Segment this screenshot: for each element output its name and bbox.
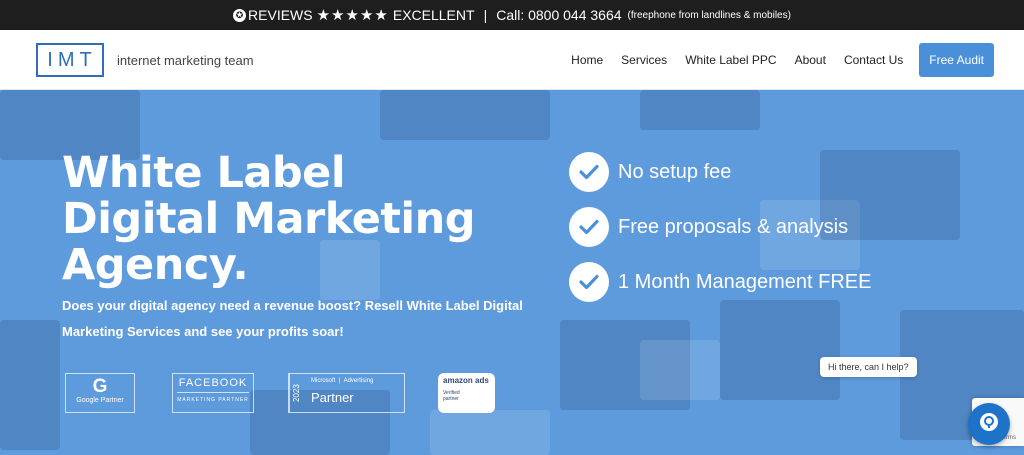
- hero-subline: Does your digital agency need a revenue …: [62, 298, 523, 339]
- chat-icon: [978, 411, 1000, 438]
- benefit-text: No setup fee: [618, 160, 732, 183]
- microsoft-badge-year: 2023: [289, 374, 303, 412]
- chat-greeting-bubble[interactable]: Hi there, can I help?: [820, 357, 917, 377]
- site-header: IMT internet marketing team Home Service…: [0, 30, 1024, 90]
- top-bar: ✪ REVIEWS ★★★★★ EXCELLENT | Call: 0800 0…: [0, 0, 1024, 30]
- headline-line-1: White Label: [62, 148, 346, 198]
- nav-white-label-ppc[interactable]: White Label PPC: [685, 53, 776, 67]
- logo-tagline: internet marketing team: [117, 53, 254, 68]
- logo[interactable]: IMT: [36, 43, 104, 77]
- headline-line-3: Agency.: [62, 240, 249, 290]
- google-partner-label: Google Partner: [76, 397, 124, 404]
- phone-link[interactable]: Call: 0800 044 3664: [496, 7, 621, 23]
- nav-services[interactable]: Services: [621, 53, 667, 67]
- benefit-text: 1 Month Management FREE: [618, 270, 872, 293]
- facebook-badge-sub: MARKETING PARTNER: [177, 397, 249, 403]
- benefit-item: No setup fee: [569, 152, 871, 192]
- microsoft-badge-label: Partner: [311, 390, 354, 405]
- headline-line-2: Digital Marketing: [62, 194, 476, 244]
- rating-text: EXCELLENT: [392, 7, 475, 23]
- benefit-item: Free proposals & analysis: [569, 207, 871, 247]
- google-g-icon: G: [92, 376, 108, 397]
- chat-launcher-button[interactable]: [968, 403, 1010, 445]
- main-nav: Home Services White Label PPC About Cont…: [553, 43, 994, 77]
- review-star-badge-icon: ✪: [233, 8, 247, 22]
- nav-about[interactable]: About: [795, 53, 826, 67]
- amazon-ads-badge: amazon ads Verified partner: [438, 373, 495, 413]
- benefits-list: No setup fee Free proposals & analysis 1…: [569, 152, 871, 317]
- benefit-item: 1 Month Management FREE: [569, 262, 871, 302]
- nav-home[interactable]: Home: [571, 53, 603, 67]
- phone-note: (freephone from landlines & mobiles): [627, 9, 791, 21]
- nav-contact-us[interactable]: Contact Us: [844, 53, 903, 67]
- reviews-label[interactable]: REVIEWS: [248, 7, 313, 23]
- check-icon: [569, 207, 609, 247]
- check-icon: [569, 262, 609, 302]
- rating-stars: ★★★★★: [316, 7, 389, 24]
- hero-headline: White Label Digital Marketing Agency.: [62, 148, 476, 290]
- amazon-badge-title: amazon ads: [443, 376, 489, 385]
- google-partner-badge: G Google Partner: [65, 373, 135, 413]
- check-icon: [569, 152, 609, 192]
- free-audit-button[interactable]: Free Audit: [919, 43, 994, 77]
- facebook-partner-badge: FACEBOOK MARKETING PARTNER: [172, 373, 254, 413]
- hero-section: White Label Digital Marketing Agency. Do…: [0, 90, 1024, 455]
- amazon-badge-verified: Verified partner: [443, 390, 460, 402]
- benefit-text: Free proposals & analysis: [618, 215, 849, 238]
- facebook-badge-title: FACEBOOK: [177, 377, 249, 393]
- microsoft-partner-badge: 2023 Microsoft | Advertising Partner: [288, 373, 405, 413]
- microsoft-badge-brand: Microsoft | Advertising: [311, 378, 374, 384]
- separator: |: [483, 7, 488, 23]
